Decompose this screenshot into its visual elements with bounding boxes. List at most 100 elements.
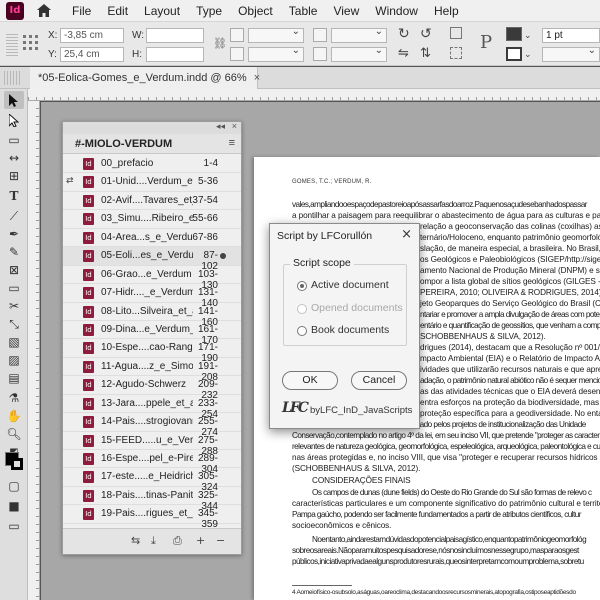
pencil-tool-icon[interactable]: ✎ bbox=[4, 243, 24, 261]
hand-tool-icon[interactable]: ✋ bbox=[4, 407, 24, 425]
gradient-feather-tool-icon[interactable]: ▨ bbox=[4, 351, 24, 369]
list-item[interactable]: Id15-FEED.....u_e_Verdum275-288 bbox=[63, 432, 241, 457]
panel-menu-icon[interactable]: ≡ bbox=[229, 137, 235, 149]
stroke-dropdown-arrow-icon[interactable]: ⌄ bbox=[524, 49, 532, 60]
panel-drag-bar[interactable]: ◂◂ × bbox=[63, 121, 241, 134]
book-documents-radio[interactable] bbox=[297, 326, 307, 336]
close-panel-icon[interactable]: × bbox=[232, 121, 237, 131]
save-book-icon[interactable]: ⤓ bbox=[151, 534, 156, 548]
x-position-field[interactable]: -3,85 cm bbox=[60, 28, 124, 43]
page-tool-icon[interactable]: ▭ bbox=[4, 131, 24, 149]
menu-help[interactable]: Help bbox=[434, 4, 459, 18]
list-item[interactable]: Id 16-Espe....pel_e-Pires 289-304 bbox=[63, 450, 241, 475]
fill-swatch-icon[interactable] bbox=[506, 27, 522, 41]
list-item[interactable]: Id 10-Espe....cao-Rangel 171-190 bbox=[63, 339, 241, 364]
close-icon[interactable]: × bbox=[401, 227, 412, 242]
apply-color-icon[interactable]: ■ bbox=[4, 497, 24, 515]
list-item[interactable]: Id 00_prefacio 1-4 bbox=[63, 155, 241, 174]
content-collector-icon[interactable]: ⊞ bbox=[4, 167, 24, 185]
close-icon[interactable]: × bbox=[254, 72, 260, 84]
list-item[interactable]: Id 19-Pais....rigues_et_al 345-359 bbox=[63, 505, 241, 530]
stroke-color-icon[interactable] bbox=[11, 458, 23, 470]
print-book-icon[interactable]: ⎙ bbox=[173, 534, 182, 548]
list-item[interactable]: Id 17-este.....e_Heidrich 305-324 bbox=[63, 468, 241, 493]
list-item[interactable]: Id 09-Dina...e_Verdum_ 161-170 bbox=[63, 321, 241, 346]
scale-x-dropdown[interactable] bbox=[248, 26, 304, 43]
list-item-active[interactable]: Id 05-Eoli...es_e_Verdum 87-102 bbox=[63, 247, 241, 272]
rotate-dropdown[interactable] bbox=[331, 26, 387, 43]
reference-point-icon[interactable] bbox=[22, 34, 40, 52]
menu-file[interactable]: File bbox=[72, 4, 91, 18]
menu-table[interactable]: Table bbox=[289, 4, 318, 18]
list-item[interactable]: Id 04-Area...s_e_Verdum 67-86 bbox=[63, 229, 241, 248]
scissors-tool-icon[interactable]: ✂ bbox=[4, 297, 24, 315]
eyedropper-tool-icon[interactable]: ⚗ bbox=[4, 389, 24, 407]
direct-selection-tool-icon[interactable] bbox=[4, 111, 24, 129]
list-item[interactable]: Id 08-Lito...Silveira_et_al 141-160 bbox=[63, 303, 241, 328]
pen-tool-icon[interactable]: ✒ bbox=[4, 225, 24, 243]
flip-horizontal-icon[interactable]: ⇋ bbox=[398, 46, 409, 61]
rotate-90-ccw-icon[interactable]: ↺ bbox=[420, 26, 432, 42]
add-document-icon[interactable]: + bbox=[196, 534, 205, 547]
list-item[interactable]: Id 14-Pais....strogiovanni 255-274 bbox=[63, 413, 241, 438]
horizontal-ruler[interactable] bbox=[28, 89, 600, 101]
scale-y-icon[interactable] bbox=[230, 47, 244, 61]
synchronize-icon[interactable]: ⇆ bbox=[131, 534, 140, 547]
list-item[interactable]: Id 06-Grao...e_Verdum 103-130 bbox=[63, 266, 241, 291]
direction-p-icon[interactable]: P bbox=[480, 32, 492, 53]
menu-type[interactable]: Type bbox=[196, 4, 222, 18]
rectangle-tool-icon[interactable]: ▭ bbox=[4, 279, 24, 297]
zoom-tool-icon[interactable]: 🔍︎ bbox=[4, 425, 24, 443]
height-field[interactable] bbox=[146, 47, 204, 62]
menu-edit[interactable]: Edit bbox=[107, 4, 128, 18]
select-container-icon[interactable] bbox=[450, 27, 462, 39]
rotate-icon[interactable] bbox=[313, 28, 327, 42]
stroke-swatch-icon[interactable] bbox=[506, 47, 522, 61]
shear-icon[interactable] bbox=[313, 47, 327, 61]
list-item[interactable]: Id 13-Jara....ppele_et_al 233-254 bbox=[63, 395, 241, 420]
constrain-proportions-icon[interactable]: ⛓ bbox=[213, 37, 227, 50]
menu-window[interactable]: Window bbox=[375, 4, 418, 18]
formatting-affects-container-icon[interactable]: ▢ bbox=[4, 477, 24, 495]
note-tool-icon[interactable]: ▤ bbox=[4, 369, 24, 387]
active-document-radio[interactable] bbox=[297, 281, 307, 291]
book-documents-label[interactable]: Book documents bbox=[311, 324, 389, 336]
stroke-weight-field[interactable]: 1 pt bbox=[542, 28, 600, 43]
list-item[interactable]: Id 18-Pais....tinas-Panitz 325-344 bbox=[63, 487, 241, 512]
document-tab[interactable]: *05-Eolica-Gomes_e_Verdum.indd @ 66% × bbox=[30, 67, 260, 89]
scale-x-icon[interactable] bbox=[230, 28, 244, 42]
type-tool-icon[interactable]: T bbox=[4, 187, 24, 205]
menu-view[interactable]: View bbox=[333, 4, 359, 18]
style-source-icon[interactable]: ⇄ bbox=[66, 176, 74, 186]
list-item[interactable]: Id 11-Agua....z_e_Simon 191-208 bbox=[63, 358, 241, 383]
book-panel-title[interactable]: #-MIOLO-VERDUM bbox=[75, 138, 172, 150]
y-position-field[interactable]: 25,4 cm bbox=[60, 47, 124, 62]
rotate-90-cw-icon[interactable]: ↻ bbox=[398, 26, 410, 42]
tab-strip-grip[interactable] bbox=[4, 71, 22, 85]
menu-object[interactable]: Object bbox=[238, 4, 273, 18]
control-bar-grip[interactable] bbox=[6, 32, 18, 56]
cancel-button[interactable]: Cancel bbox=[351, 371, 407, 390]
select-content-icon[interactable] bbox=[450, 47, 462, 59]
list-item[interactable]: Id 03_Simu....Ribeiro_et_al55-66 bbox=[63, 210, 241, 229]
home-icon[interactable] bbox=[36, 3, 52, 19]
list-item[interactable]: ⇄ Id 01-Unid....Verdum_et_al 5-36 bbox=[63, 173, 241, 192]
gap-tool-icon[interactable]: ↔ bbox=[4, 149, 24, 167]
scale-y-dropdown[interactable] bbox=[248, 45, 304, 62]
screen-mode-icon[interactable]: ▭ bbox=[4, 517, 24, 535]
list-item[interactable]: Id 02-Avif....Tavares_et_al37-54 bbox=[63, 192, 241, 211]
fill-dropdown-arrow-icon[interactable]: ⌄ bbox=[524, 30, 532, 41]
ok-button[interactable]: OK bbox=[282, 371, 338, 390]
line-tool-icon[interactable]: ⟋ bbox=[4, 207, 24, 225]
list-item[interactable]: Id 12-Agudo-Schwerz 209-232 bbox=[63, 376, 241, 401]
stroke-type-dropdown[interactable] bbox=[542, 45, 600, 62]
width-field[interactable] bbox=[146, 28, 204, 43]
gradient-swatch-tool-icon[interactable]: ▧ bbox=[4, 333, 24, 351]
collapse-panel-icon[interactable]: ◂◂ bbox=[216, 121, 225, 132]
active-document-label[interactable]: Active document bbox=[311, 279, 389, 291]
shear-dropdown[interactable] bbox=[331, 45, 387, 62]
selection-tool-icon[interactable] bbox=[4, 91, 24, 109]
vertical-ruler[interactable] bbox=[28, 101, 40, 600]
remove-document-icon[interactable]: − bbox=[216, 534, 225, 547]
rectangle-frame-tool-icon[interactable]: ⊠ bbox=[4, 261, 24, 279]
